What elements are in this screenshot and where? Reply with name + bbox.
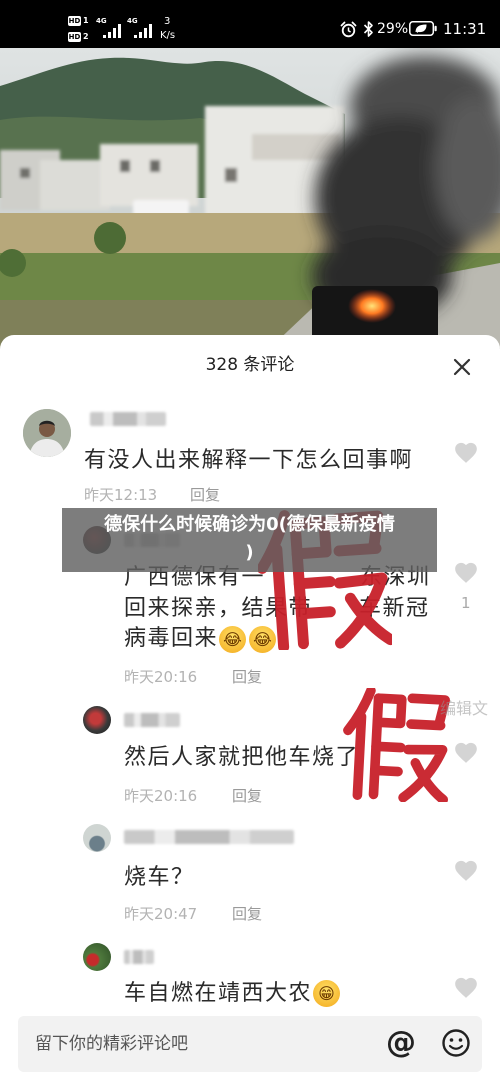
battery-saver-icon xyxy=(409,21,437,36)
commenter-name-blurred[interactable] xyxy=(124,950,154,964)
window xyxy=(20,168,30,178)
comment-time: 昨天12:13 xyxy=(84,486,158,504)
tree xyxy=(94,222,126,254)
article-title-line1: 德保什么时候确诊为0(德保最新疫情 xyxy=(104,514,395,535)
comment-text: 有没人出来解释一下怎么回事啊 xyxy=(84,448,414,473)
reply-button[interactable]: 回复 xyxy=(232,787,262,805)
comment-text: 烧车？ xyxy=(124,865,195,890)
avatar-photo xyxy=(23,409,71,457)
commenter-name-blurred[interactable] xyxy=(124,830,294,844)
comment-time: 昨天20:16 xyxy=(124,668,198,686)
avatar[interactable] xyxy=(83,943,111,971)
smiley-icon[interactable] xyxy=(441,1028,471,1058)
commenter-name-blurred[interactable] xyxy=(90,412,166,426)
clock: 11:31 xyxy=(443,20,487,38)
video-frame[interactable] xyxy=(0,48,500,348)
avatar[interactable] xyxy=(83,706,111,734)
heart-icon[interactable] xyxy=(453,560,479,584)
tears-of-joy-emoji: 😂 xyxy=(219,626,246,653)
comment-time: 昨天20:47 xyxy=(124,905,198,923)
comment-text: 车自燃在靖西大农 xyxy=(124,981,313,1006)
reply-button[interactable]: 回复 xyxy=(190,486,220,504)
sim2-hd-badge: HD xyxy=(68,32,81,42)
heart-icon[interactable] xyxy=(453,440,479,464)
building-sign xyxy=(252,134,340,160)
phone-screen: HD 1 HD 2 4G 4G 3 K/s 29% 11:31 328 条评论 … xyxy=(0,0,500,1082)
window xyxy=(225,168,237,182)
at-icon[interactable]: @ xyxy=(385,1025,417,1061)
reply-button[interactable]: 回复 xyxy=(232,905,262,923)
comment-text: 然后人家就把他车烧了 xyxy=(124,745,360,770)
fire xyxy=(348,289,396,323)
signal-icon xyxy=(103,24,121,38)
commenter-name-blurred[interactable] xyxy=(124,713,180,727)
bluetooth-icon xyxy=(363,21,373,37)
building xyxy=(100,144,198,206)
like-count: 1 xyxy=(461,594,471,612)
heart-icon[interactable] xyxy=(453,858,479,882)
sim2-slot: 2 xyxy=(83,32,89,41)
comment-text: 病毒回来 xyxy=(124,626,219,651)
close-icon[interactable] xyxy=(453,358,471,376)
article-title-line2: ) xyxy=(245,542,254,563)
window xyxy=(120,160,130,172)
heart-icon[interactable] xyxy=(453,975,479,999)
net-speed-unit: K/s xyxy=(160,30,176,41)
signal-icon xyxy=(134,24,152,38)
avatar[interactable] xyxy=(83,824,111,852)
comments-count-title: 328 条评论 xyxy=(205,355,295,375)
alarm-clock-icon xyxy=(340,21,357,38)
article-title-banner: 德保什么时候确诊为0(德保最新疫情 ) xyxy=(62,508,437,572)
reply-button[interactable]: 回复 xyxy=(232,668,262,686)
watermark: 编辑文 xyxy=(440,699,489,718)
grinning-emoji: 😁 xyxy=(313,980,340,1007)
status-bar: HD 1 HD 2 4G 4G 3 K/s 29% 11:31 xyxy=(0,0,500,48)
battery-percent: 29% xyxy=(377,21,409,37)
window xyxy=(150,160,160,172)
avatar[interactable] xyxy=(23,409,71,457)
video-scene xyxy=(0,48,500,348)
net-speed-value: 3 xyxy=(164,16,171,27)
building xyxy=(40,160,110,210)
sim1-hd-badge: HD xyxy=(68,16,81,26)
sim1-slot: 1 xyxy=(83,16,89,25)
comment-input[interactable] xyxy=(18,1016,373,1072)
comment-time: 昨天20:16 xyxy=(124,787,198,805)
